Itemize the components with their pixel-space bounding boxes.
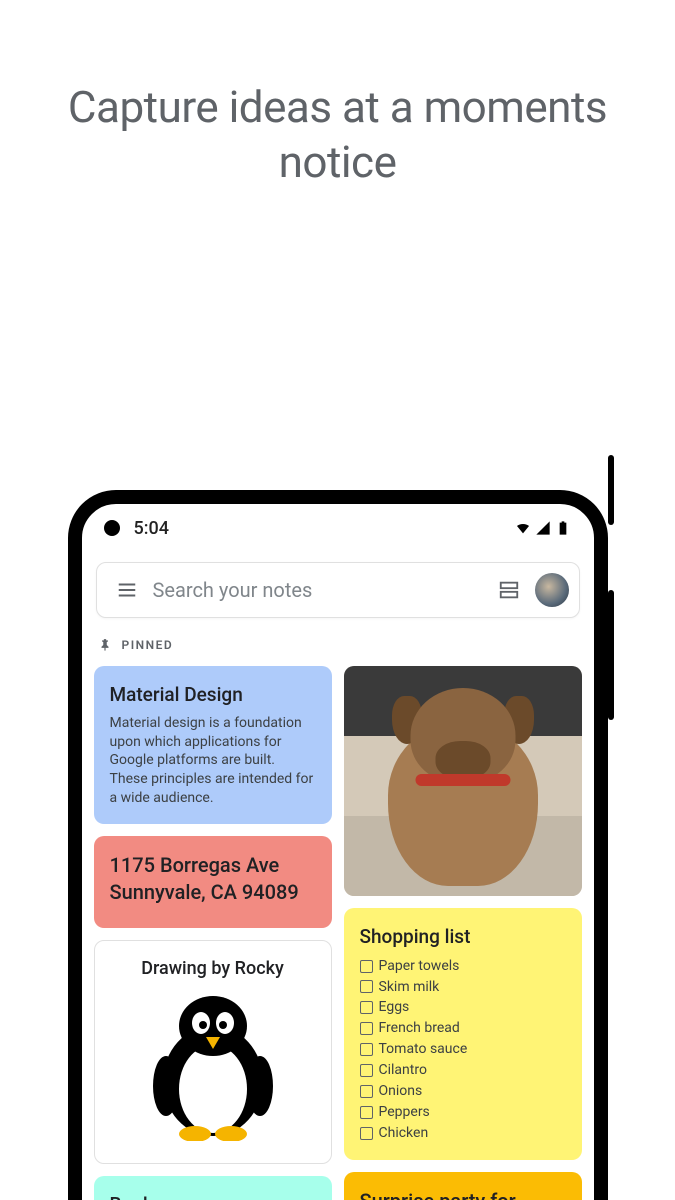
checklist-item-label: French bread (379, 1019, 460, 1038)
note-title: 1175 Borregas Ave Sunnyvale, CA 94089 (110, 852, 316, 906)
note-title: Books (110, 1192, 316, 1200)
penguin-drawing (148, 991, 278, 1141)
checkbox-icon[interactable] (360, 1127, 373, 1140)
phone-side-button (608, 455, 614, 525)
checklist-item-label: Skim milk (379, 978, 440, 997)
checklist: Paper towels Skim milkEggs French bread Tom… (360, 956, 566, 1144)
checklist-item-label: Cilantro (379, 1061, 427, 1080)
checkbox-icon[interactable] (360, 980, 373, 993)
checkbox-icon[interactable] (360, 960, 373, 973)
checklist-item[interactable]: Cilantro (360, 1060, 566, 1081)
pin-icon (98, 638, 112, 652)
note-drawing[interactable]: Drawing by Rocky (94, 940, 332, 1164)
note-books[interactable]: Books (94, 1176, 332, 1200)
checkbox-icon[interactable] (360, 1064, 373, 1077)
note-material-design[interactable]: Material Design Material design is a fou… (94, 666, 332, 824)
checklist-item[interactable]: Onions (360, 1081, 566, 1102)
search-bar[interactable]: Search your notes (96, 562, 580, 618)
checklist-item[interactable]: Eggs (360, 997, 566, 1018)
note-title: Material Design (110, 682, 316, 708)
checklist-item-label: Eggs (379, 998, 410, 1017)
note-body: Material design is a foundation upon whi… (110, 714, 316, 808)
signal-icon (534, 520, 552, 536)
status-time: 5:04 (134, 518, 169, 539)
note-image-dog[interactable] (344, 666, 582, 896)
notes-grid: Material Design Material design is a fou… (82, 662, 594, 1200)
checkbox-icon[interactable] (360, 1043, 373, 1056)
menu-icon[interactable] (107, 570, 147, 610)
checklist-item[interactable]: Paper towels (360, 956, 566, 977)
view-toggle-icon[interactable] (489, 570, 529, 610)
checklist-item[interactable]: Peppers (360, 1102, 566, 1123)
checklist-item-label: Tomato sauce (379, 1040, 468, 1059)
marketing-headline: Capture ideas at a moments notice (0, 0, 675, 220)
pinned-section-header: PINNED (82, 618, 594, 662)
search-input[interactable]: Search your notes (153, 578, 489, 602)
note-shopping-list[interactable]: Shopping list Paper towels Skim milkEggs F… (344, 908, 582, 1160)
checklist-item-label: Paper towels (379, 957, 460, 976)
checkbox-icon[interactable] (360, 1022, 373, 1035)
battery-icon (554, 520, 572, 536)
checklist-item[interactable]: Chicken (360, 1123, 566, 1144)
note-title: Surprise party for Rocky! (360, 1188, 566, 1200)
avatar[interactable] (535, 573, 569, 607)
wifi-icon (514, 520, 532, 536)
checkbox-icon[interactable] (360, 1106, 373, 1119)
pinned-label: PINNED (122, 638, 174, 652)
checkbox-icon[interactable] (360, 1001, 373, 1014)
note-title: Drawing by Rocky (111, 957, 315, 981)
checkbox-icon[interactable] (360, 1085, 373, 1098)
checklist-item[interactable]: Tomato sauce (360, 1039, 566, 1060)
front-camera (104, 520, 120, 536)
note-title: Shopping list (360, 924, 566, 950)
status-bar: 5:04 (82, 504, 594, 552)
checklist-item[interactable]: French bread (360, 1018, 566, 1039)
checklist-item-label: Peppers (379, 1103, 430, 1122)
note-address[interactable]: 1175 Borregas Ave Sunnyvale, CA 94089 (94, 836, 332, 928)
note-surprise-party[interactable]: Surprise party for Rocky! (344, 1172, 582, 1200)
phone-frame: 5:04 Search your notes PINNED (68, 490, 608, 1200)
checklist-item-label: Chicken (379, 1124, 429, 1143)
phone-side-button (608, 590, 614, 720)
checklist-item-label: Onions (379, 1082, 423, 1101)
checklist-item[interactable]: Skim milk (360, 977, 566, 998)
dog-photo (344, 666, 582, 896)
